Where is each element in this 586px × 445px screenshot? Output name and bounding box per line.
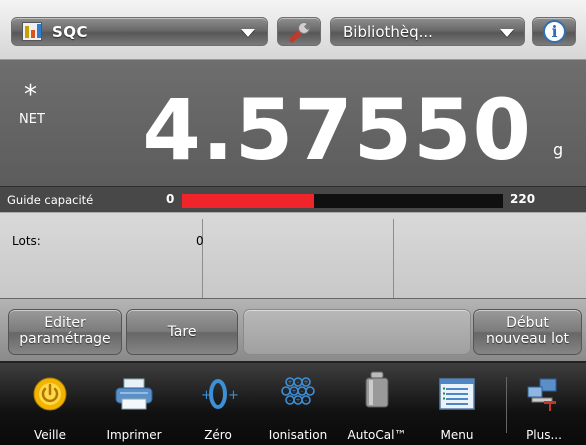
- autocal-label: AutoCal™: [347, 428, 407, 442]
- svg-text:+: +: [201, 388, 212, 403]
- svg-text:+: +: [291, 388, 296, 395]
- tools-button[interactable]: [277, 17, 321, 46]
- edit-settings-button[interactable]: Editer paramétrage: [8, 309, 122, 355]
- svg-text:-: -: [289, 397, 291, 404]
- application-name: SQC: [52, 23, 89, 41]
- calibration-weight-icon: [365, 371, 389, 408]
- capacity-guide-label: Guide capacité: [7, 193, 94, 207]
- printer-icon: [115, 378, 153, 410]
- standby-label: Veille: [33, 428, 67, 442]
- svg-text:-: -: [301, 388, 303, 395]
- ionizer-label: Ionisation: [268, 428, 328, 442]
- data-cell-empty: [395, 219, 586, 299]
- weight-value: 4.57550: [142, 81, 532, 179]
- power-icon: [33, 377, 67, 411]
- zero-button[interactable]: + + Zéro: [186, 363, 250, 445]
- wrench-icon: [289, 22, 311, 43]
- svg-text:+: +: [228, 388, 238, 403]
- capacity-max: 220: [510, 192, 536, 206]
- data-cell-lots: Lots: 0: [4, 219, 204, 299]
- more-label: Plus...: [526, 428, 562, 442]
- data-fields: Lots: 0: [0, 212, 586, 299]
- edit-settings-label-line2: paramétrage: [19, 331, 111, 347]
- print-label: Imprimer: [106, 428, 162, 442]
- menu-label: Menu: [440, 428, 474, 442]
- info-button[interactable]: i: [532, 17, 576, 46]
- capacity-min: 0: [166, 192, 175, 206]
- lots-label: Lots:: [12, 234, 41, 248]
- zero-label: Zéro: [204, 428, 232, 442]
- capacity-track: [182, 194, 503, 208]
- autocal-button[interactable]: AutoCal™: [345, 363, 409, 445]
- info-icon: i: [543, 20, 566, 43]
- menu-button[interactable]: Menu: [425, 363, 489, 445]
- library-name: Bibliothèq...: [343, 23, 433, 41]
- bar-chart-icon: [22, 22, 42, 41]
- start-new-lot-button[interactable]: Début nouveau lot: [473, 309, 582, 355]
- ionizer-button[interactable]: + - + + - - + - Ionisation: [266, 363, 330, 445]
- application-selector[interactable]: SQC: [11, 17, 268, 46]
- top-bar: SQC Bibliothèq... i: [0, 0, 586, 60]
- toolbar-divider: [506, 377, 507, 433]
- more-icon: [527, 378, 557, 411]
- net-mode-label: NET: [19, 112, 45, 127]
- svg-text:+: +: [287, 379, 292, 386]
- print-button[interactable]: Imprimer: [102, 363, 166, 445]
- zero-icon: + +: [201, 379, 238, 409]
- library-selector[interactable]: Bibliothèq...: [330, 17, 525, 46]
- ionizer-icon: + - + + - - + -: [281, 377, 315, 405]
- tare-label: Tare: [167, 324, 197, 340]
- svg-text:+: +: [295, 397, 300, 404]
- standby-button[interactable]: Veille: [18, 363, 82, 445]
- new-lot-label-line1: Début: [506, 315, 549, 331]
- bottom-toolbar: Veille Imprimer + + Zéro + - + + - - + -…: [0, 361, 586, 445]
- stability-indicator: *: [24, 80, 37, 110]
- svg-text:+: +: [303, 379, 308, 386]
- lots-value: 0: [196, 234, 204, 248]
- capacity-fill: [182, 194, 314, 208]
- chevron-down-icon: [500, 29, 514, 37]
- capacity-guide: Guide capacité 0 220: [0, 186, 586, 212]
- new-lot-label-line2: nouveau lot: [485, 331, 570, 347]
- svg-text:-: -: [297, 379, 299, 386]
- soft-key-row: Editer paramétrage Tare Début nouveau lo…: [0, 298, 586, 361]
- chevron-down-icon: [241, 29, 255, 37]
- weight-display: * NET 4.57550 g: [0, 60, 586, 186]
- more-button[interactable]: Plus...: [512, 363, 576, 445]
- blank-soft-key: [243, 309, 471, 355]
- edit-settings-label-line1: Editer: [44, 315, 86, 331]
- data-cell-empty: [204, 219, 394, 299]
- tare-button[interactable]: Tare: [126, 309, 238, 355]
- svg-text:-: -: [305, 397, 307, 404]
- menu-icon: [439, 378, 475, 410]
- weight-unit[interactable]: g: [553, 140, 563, 159]
